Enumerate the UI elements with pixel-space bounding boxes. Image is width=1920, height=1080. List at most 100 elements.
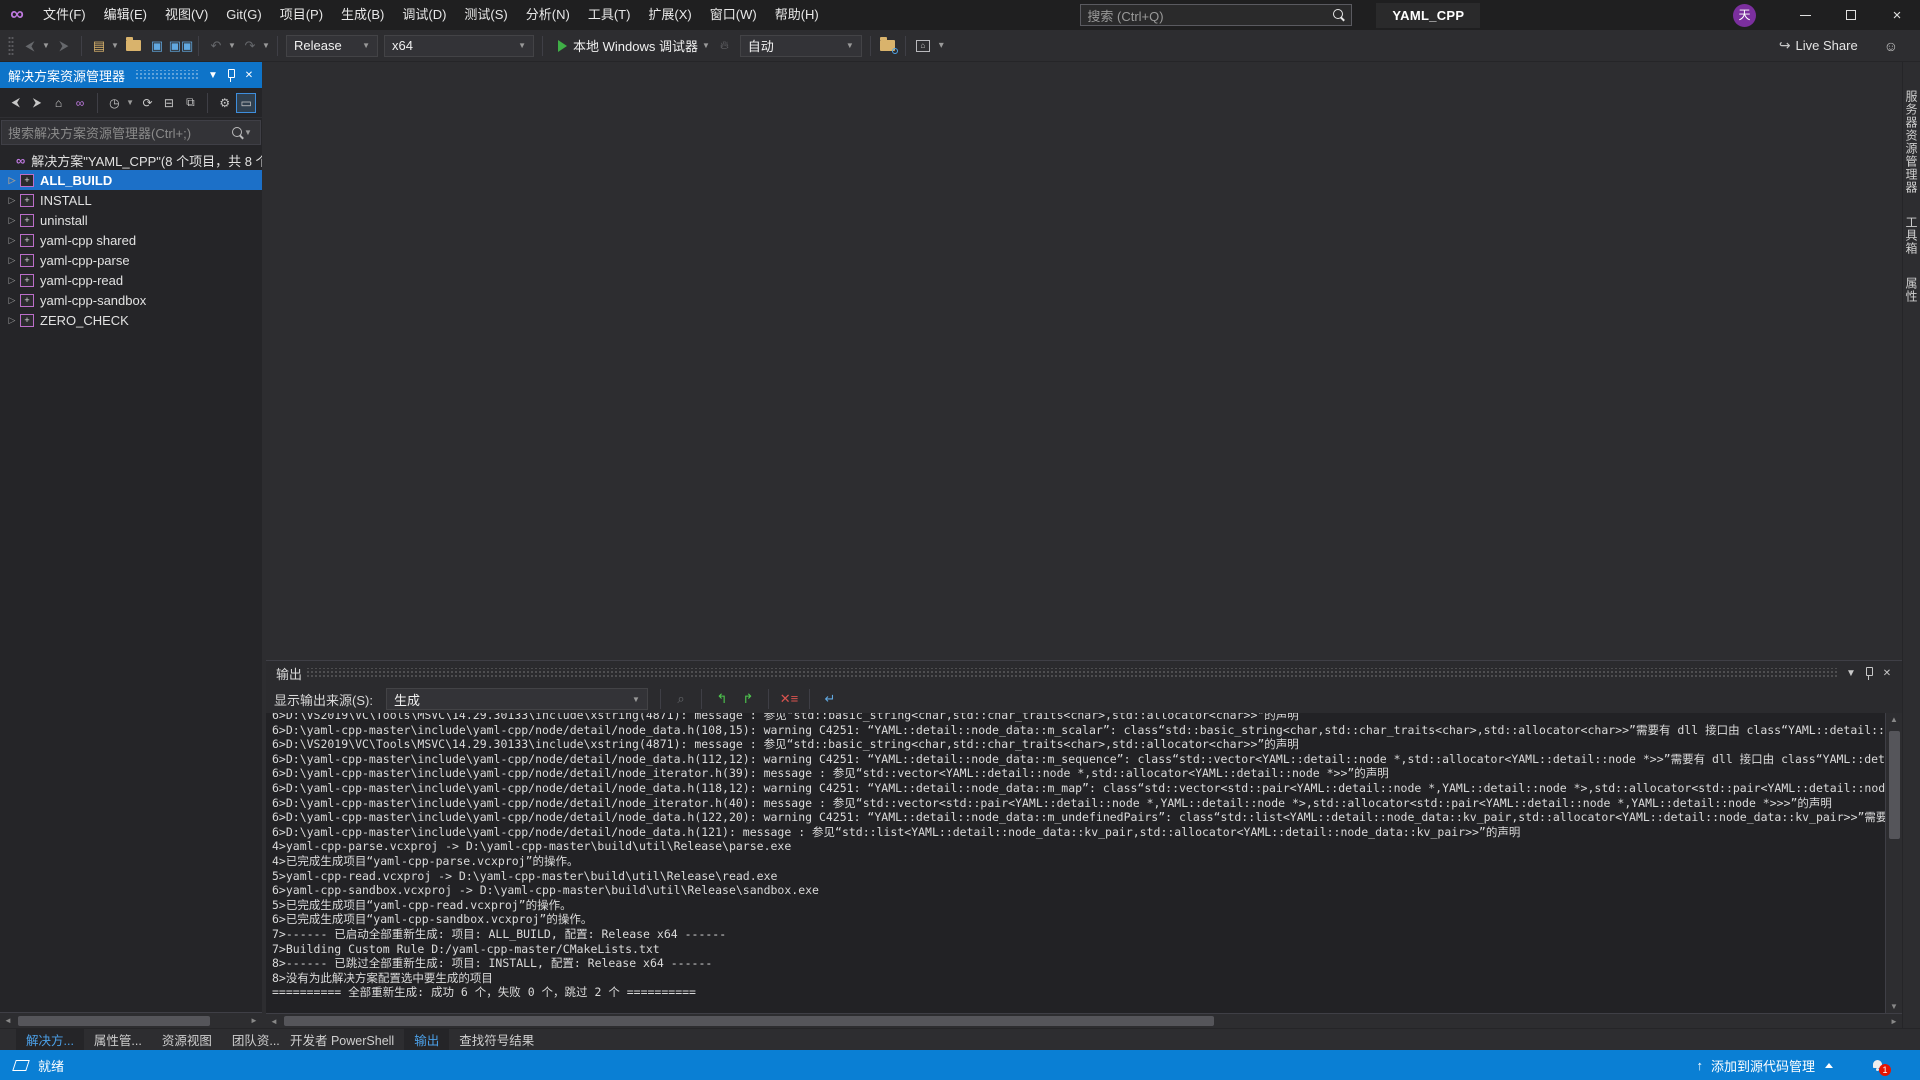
account-badge[interactable]: 天 (1733, 4, 1756, 27)
output-close-icon[interactable]: ✕ (1878, 668, 1896, 679)
bottom-tab-查找符号结果[interactable]: 查找符号结果 (449, 1029, 544, 1050)
bottom-tab-资源视图[interactable]: 资源视图 (152, 1029, 222, 1050)
expander-icon[interactable]: ▷ (4, 255, 20, 266)
output-horizontal-scrollbar[interactable]: ◄ ► (266, 1013, 1902, 1028)
output-source-combo[interactable]: 生成▼ (386, 688, 648, 710)
se-filter-dropdown[interactable]: ▼ (126, 98, 136, 107)
tree-item-project[interactable]: ▷+yaml-cpp-sandbox (0, 290, 262, 310)
menu-item-编辑(E)[interactable]: 编辑(E) (95, 0, 156, 30)
debug-target-dropdown[interactable]: ▼ (702, 41, 712, 50)
scroll-left-icon[interactable]: ◄ (0, 1016, 16, 1025)
hot-reload-icon[interactable]: 🔥︎ (720, 38, 729, 53)
notifications-bell-icon[interactable]: 1 (1871, 1059, 1884, 1072)
expander-icon[interactable]: ▷ (4, 315, 20, 326)
pin-icon[interactable] (222, 69, 240, 81)
add-to-source-control-button[interactable]: 添加到源代码管理 (1711, 1056, 1815, 1075)
solution-explorer-search[interactable]: 搜索解决方案资源管理器(Ctrl+;) ▼ (1, 120, 261, 145)
expander-icon[interactable]: ▷ (4, 215, 20, 226)
save-all-icon[interactable]: ▣▣ (169, 34, 193, 58)
menu-item-调试(D)[interactable]: 调试(D) (393, 0, 455, 30)
close-panel-icon[interactable]: ✕ (240, 70, 258, 81)
find-in-files-icon[interactable] (876, 34, 900, 58)
redo-dropdown[interactable]: ▼ (262, 41, 272, 50)
right-tab-属性[interactable]: 属性 (1903, 277, 1920, 303)
toolbar-overflow-icon[interactable]: ▾ (935, 40, 948, 51)
expander-icon[interactable]: ▷ (4, 195, 20, 206)
menu-item-帮助(H)[interactable]: 帮助(H) (766, 0, 828, 30)
tree-item-project[interactable]: ▷+yaml-cpp-parse (0, 250, 262, 270)
navigate-forward-icon[interactable]: ⮞ (52, 34, 76, 58)
configuration-combo[interactable]: Release▼ (286, 35, 378, 57)
start-debugging-label[interactable]: 本地 Windows 调试器 (573, 36, 698, 55)
restore-button[interactable] (1828, 0, 1874, 30)
menu-item-测试(S)[interactable]: 测试(S) (455, 0, 516, 30)
find-message-icon[interactable]: ⌕ (670, 688, 692, 710)
next-message-icon[interactable]: ↱ (737, 688, 759, 710)
solution-explorer-titlebar[interactable]: 解决方案资源管理器 ▼ ✕ (0, 62, 262, 88)
output-scroll-right-icon[interactable]: ► (1886, 1017, 1902, 1026)
menu-item-项目(P)[interactable]: 项目(P) (271, 0, 332, 30)
bottom-tab-开发者 PowerShell[interactable]: 开发者 PowerShell (280, 1029, 404, 1050)
se-switch-views-icon[interactable]: ∞ (70, 93, 89, 113)
bottom-tab-解决方...[interactable]: 解决方... (16, 1029, 84, 1050)
menu-item-分析(N)[interactable]: 分析(N) (517, 0, 579, 30)
window-position-icon[interactable]: ▼ (204, 70, 222, 81)
undo-icon[interactable]: ↶ (204, 34, 228, 58)
scroll-down-icon[interactable]: ▼ (1886, 1002, 1902, 1011)
source-control-menu-icon[interactable] (1825, 1063, 1833, 1068)
menu-item-生成(B)[interactable]: 生成(B) (332, 0, 393, 30)
menu-item-工具(T)[interactable]: 工具(T) (579, 0, 640, 30)
toolbar-grip[interactable] (8, 36, 14, 56)
solution-explorer-window-icon[interactable]: ⌂ (911, 34, 935, 58)
output-text-area[interactable]: 6>D:\VS2019\VC\Tools\MSVC\14.29.30133\in… (266, 713, 1885, 1013)
save-icon[interactable]: ▣ (145, 34, 169, 58)
se-home-icon[interactable]: ⌂ (49, 93, 68, 113)
open-file-icon[interactable] (121, 34, 145, 58)
output-titlebar[interactable]: 输出 ▼ ✕ (266, 661, 1902, 685)
se-show-all-files-icon[interactable]: ⧉ (181, 93, 200, 113)
menu-item-窗口(W)[interactable]: 窗口(W) (701, 0, 766, 30)
previous-message-icon[interactable]: ↰ (711, 688, 733, 710)
redo-icon[interactable]: ↷ (238, 34, 262, 58)
quick-search-box[interactable]: 搜索 (Ctrl+Q) (1080, 4, 1352, 26)
attach-combo[interactable]: 自动▼ (740, 35, 862, 57)
se-sync-icon[interactable]: ⟳ (138, 93, 157, 113)
bottom-tab-输出[interactable]: 输出 (404, 1029, 449, 1050)
se-preview-selected-toggle[interactable]: ▭ (236, 93, 255, 113)
se-pending-changes-filter-icon[interactable]: ◷ (105, 93, 124, 113)
minimize-button[interactable] (1782, 0, 1828, 30)
start-debugging-icon[interactable] (558, 40, 567, 52)
menu-item-视图(V)[interactable]: 视图(V) (156, 0, 217, 30)
new-project-icon[interactable]: ▤ (87, 34, 111, 58)
scroll-right-icon[interactable]: ► (246, 1016, 262, 1025)
scroll-up-icon[interactable]: ▲ (1886, 715, 1902, 724)
expander-icon[interactable]: ▷ (4, 295, 20, 306)
undo-dropdown[interactable]: ▼ (228, 41, 238, 50)
expander-icon[interactable]: ▷ (4, 235, 20, 246)
live-share-button[interactable]: ↪ Live Share (1779, 37, 1858, 54)
tree-item-project[interactable]: ▷+yaml-cpp shared (0, 230, 262, 250)
se-back-icon[interactable]: ⮜ (6, 93, 25, 113)
menu-item-扩展(X)[interactable]: 扩展(X) (639, 0, 700, 30)
bottom-tab-属性管...[interactable]: 属性管... (84, 1029, 152, 1050)
se-search-dropdown[interactable]: ▼ (244, 128, 254, 137)
output-pin-icon[interactable] (1860, 667, 1878, 679)
se-properties-icon[interactable]: ⚙ (215, 93, 234, 113)
close-button[interactable]: × (1874, 0, 1920, 30)
new-project-dropdown[interactable]: ▼ (111, 41, 121, 50)
output-window-position-icon[interactable]: ▼ (1842, 668, 1860, 679)
clear-all-icon[interactable]: ✕≡ (778, 688, 800, 710)
output-scroll-left-icon[interactable]: ◄ (266, 1017, 282, 1026)
se-collapse-all-icon[interactable]: ⊟ (159, 93, 178, 113)
feedback-icon[interactable]: ☺ (1884, 38, 1898, 54)
tree-item-project[interactable]: ▷+INSTALL (0, 190, 262, 210)
right-tab-服务器资源管理器[interactable]: 服务器资源管理器 (1903, 90, 1920, 194)
navigate-back-icon[interactable]: ⮜ (18, 34, 42, 58)
se-forward-icon[interactable]: ⮞ (27, 93, 46, 113)
sidebar-horizontal-scrollbar[interactable]: ◄ ► (0, 1012, 262, 1028)
platform-combo[interactable]: x64▼ (384, 35, 534, 57)
expander-icon[interactable]: ▷ (4, 275, 20, 286)
menu-item-文件(F)[interactable]: 文件(F) (34, 0, 95, 30)
tree-item-project[interactable]: ▷+uninstall (0, 210, 262, 230)
tree-item-project[interactable]: ▷+yaml-cpp-read (0, 270, 262, 290)
